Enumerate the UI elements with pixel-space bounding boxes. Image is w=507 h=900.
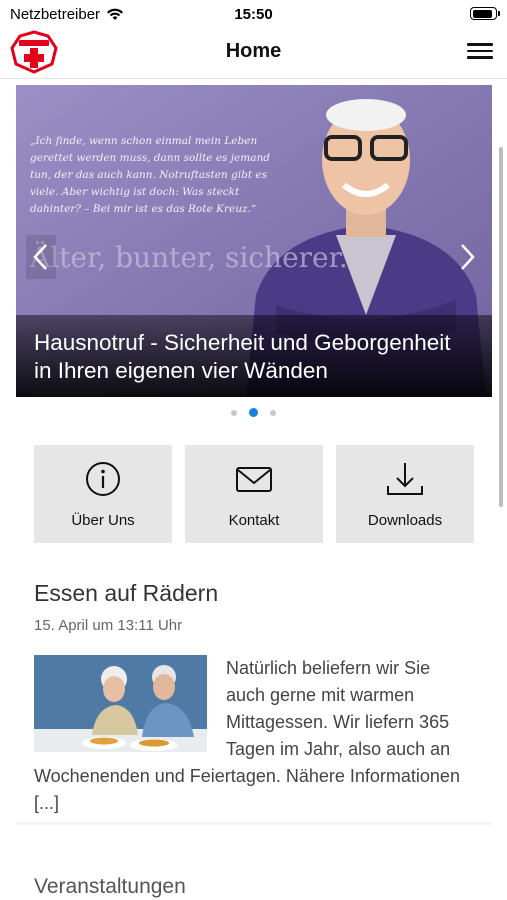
article-title[interactable]: Essen auf Rädern — [34, 580, 218, 607]
chevron-right-icon — [461, 244, 475, 270]
hamburger-icon-line — [467, 49, 493, 52]
status-bar: Netzbetreiber 15:50 — [0, 0, 507, 28]
slide-caption: Hausnotruf - Sicherheit und Geborgenheit… — [16, 315, 492, 397]
article-date: 15. April um 13:11 Uhr — [34, 617, 183, 634]
mail-icon — [236, 467, 272, 492]
article-text-wrapper: Natürlich beliefern wir Sie auch gerne m… — [34, 655, 474, 817]
contact-tile[interactable]: Kontakt — [185, 445, 323, 543]
image-spacer — [34, 655, 226, 755]
downloads-label: Downloads — [367, 512, 443, 529]
info-icon — [86, 462, 120, 496]
slider-dot[interactable] — [270, 409, 276, 416]
menu-button[interactable] — [467, 39, 493, 63]
slide-headline: Älter, bunter, sicherer. — [30, 241, 348, 274]
contact-label: Kontakt — [228, 512, 280, 529]
hamburger-icon-line — [467, 56, 493, 59]
slider-prev-button[interactable] — [26, 235, 56, 279]
slider-dot[interactable] — [249, 408, 258, 417]
battery-icon — [470, 7, 500, 20]
section-divider — [16, 822, 492, 825]
chevron-left-icon — [33, 244, 47, 270]
quick-links: Über Uns Kontakt Downloads — [34, 445, 474, 543]
scrollbar[interactable] — [499, 147, 503, 507]
hamburger-icon-line — [467, 43, 493, 46]
downloads-tile[interactable]: Downloads — [336, 445, 474, 543]
slider-dot[interactable] — [231, 409, 237, 416]
slide-quote: „Ich finde, wenn schon einmal mein Leben… — [30, 135, 270, 215]
clock: 15:50 — [234, 6, 273, 23]
slider-pagination[interactable] — [0, 408, 507, 417]
nav-bar: Home — [0, 28, 507, 79]
about-tile[interactable]: Über Uns — [34, 445, 172, 543]
page-title: Home — [225, 40, 282, 62]
about-label: Über Uns — [71, 512, 135, 529]
slider-next-button[interactable] — [452, 235, 482, 279]
events-heading[interactable]: Veranstaltungen — [34, 875, 186, 899]
download-icon — [387, 463, 423, 495]
hero-slider[interactable]: „Ich finde, wenn schon einmal mein Leben… — [16, 85, 492, 397]
